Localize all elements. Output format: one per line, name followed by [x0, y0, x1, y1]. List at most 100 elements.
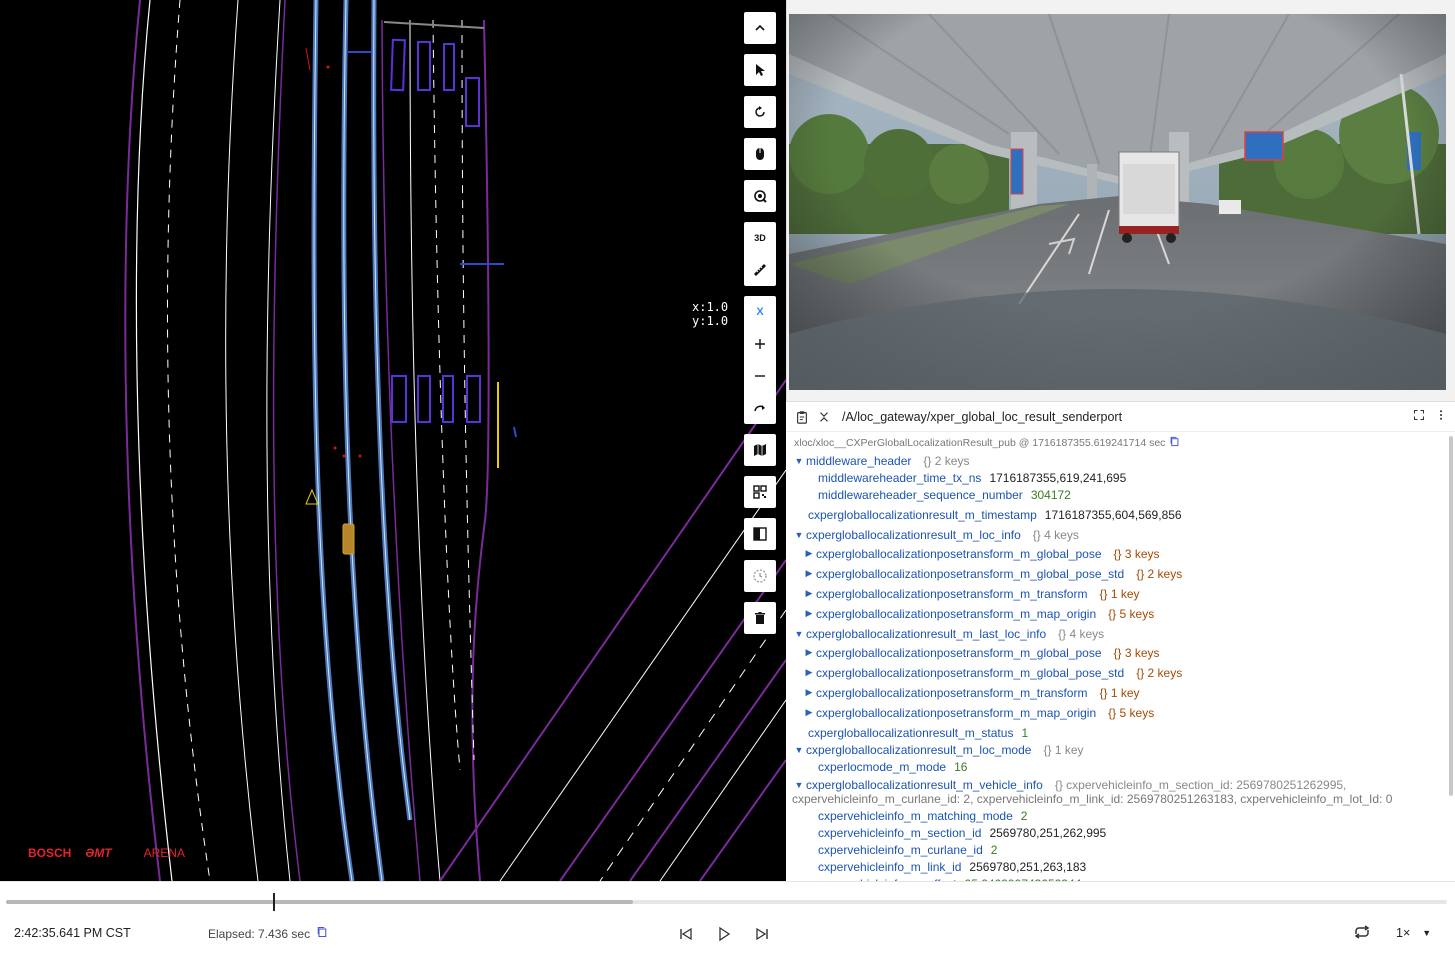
- elapsed-text: Elapsed: 7.436 sec: [208, 926, 311, 941]
- inspect-objects-button[interactable]: [744, 180, 776, 212]
- tree-key: cxpergloballocalizationresult_m_loc_info: [806, 527, 1021, 542]
- tree-row-middleware-header[interactable]: ▼ middleware_header {} 2 keys: [792, 452, 1451, 469]
- toggle-3d-button[interactable]: 3D: [744, 222, 776, 254]
- copy-icon[interactable]: [1169, 436, 1180, 450]
- timeline-playhead[interactable]: [272, 893, 275, 911]
- collapse-toggle-icon[interactable]: ▶: [802, 548, 816, 559]
- tree-row[interactable]: ▶ cxpergloballocalizationposetransform_m_…: [792, 585, 1451, 602]
- tree-row[interactable]: ▶ cxpergloballocalizationposetransform_m_…: [792, 644, 1451, 661]
- tree-row[interactable]: ▶ cxpergloballocalizationposetransform_m_…: [792, 605, 1451, 622]
- tree-key: cxpergloballocalizationposetransform_m_g…: [816, 645, 1102, 660]
- reset-view-button[interactable]: [744, 96, 776, 128]
- tree-key: cxpervehicleinfo_m_curlane_id: [818, 842, 983, 857]
- elapsed-time: Elapsed: 7.436 sec: [208, 926, 328, 941]
- x-axis-button[interactable]: X: [744, 296, 776, 328]
- copy-time-icon[interactable]: [316, 926, 328, 941]
- tree-row[interactable]: ▶ cxpergloballocalizationposetransform_m_…: [792, 565, 1451, 582]
- tree-key: cxpergloballocalizationresult_m_last_loc…: [806, 626, 1047, 641]
- tree-row[interactable]: ▶ cxpergloballocalizationposetransform_m_…: [792, 664, 1451, 681]
- tree-row-vehicle-info[interactable]: ▼ cxpergloballocalizationresult_m_vehicl…: [792, 778, 1451, 792]
- vehicle-info-children: cxpervehicleinfo_m_matching_mode 2 cxperve…: [792, 807, 1451, 882]
- tree-key: middlewareheader_time_tx_ns: [818, 470, 982, 485]
- camera-image-panel[interactable]: [786, 0, 1455, 401]
- seek-backward-button[interactable]: [676, 924, 696, 944]
- collapse-toggle-icon[interactable]: ▶: [802, 687, 816, 698]
- schema-text: xloc/xloc__CXPerGlobalLocalizationResult…: [794, 437, 1166, 449]
- mt-logo: ƏMT: [85, 846, 112, 860]
- tree-row: cxpervehicleinfo_m_link_id 2569780,251,26…: [792, 858, 1451, 875]
- qr-button[interactable]: [744, 476, 776, 508]
- tree-value: 2569780,251,262,995: [989, 825, 1107, 840]
- speed-value: 1×: [1396, 926, 1411, 940]
- expand-toggle-icon[interactable]: ▼: [792, 745, 806, 755]
- expand-toggle-icon[interactable]: ▼: [792, 456, 806, 466]
- tree-key: cxpervehicleinfo_m_link_id: [818, 859, 962, 874]
- tree-row[interactable]: ▶ cxpergloballocalizationposetransform_m_…: [792, 704, 1451, 721]
- rotate-icon: [755, 106, 765, 117]
- brand-logos: BOSCH ƏMT ARENA: [28, 846, 185, 860]
- tree-key: cxpergloballocalizationposetransform_m_m…: [816, 705, 1097, 720]
- clear-button[interactable]: [744, 602, 776, 634]
- raw-messages-panel[interactable]: /A/loc_gateway/xper_global_loc_result_se…: [786, 401, 1455, 881]
- tree-key: cxpergloballocalizationposetransform_m_g…: [816, 566, 1125, 581]
- playback-timeline[interactable]: [6, 893, 1447, 911]
- tree-key: cxpergloballocalizationposetransform_m_m…: [816, 606, 1097, 621]
- clipboard-icon[interactable]: [794, 409, 810, 425]
- tree-row-last-loc-info[interactable]: ▼ cxpergloballocalizationresult_m_last_l…: [792, 625, 1451, 642]
- tree-row-status: cxpergloballocalizationresult_m_status 1: [792, 724, 1451, 741]
- expand-toggle-icon[interactable]: ▼: [792, 629, 806, 639]
- split-view-button[interactable]: [744, 518, 776, 550]
- playback-bar: 2:42:35.641 PM CST Elapsed: 7.436 sec 1×…: [0, 881, 1455, 957]
- mouse-mode-button[interactable]: [744, 138, 776, 170]
- chevron-up-icon: [755, 24, 765, 31]
- fullscreen-icon[interactable]: [1413, 409, 1425, 424]
- collapse-toolbar-button[interactable]: [744, 12, 776, 44]
- measure-button[interactable]: [744, 254, 776, 286]
- raw-panel-header: /A/loc_gateway/xper_global_loc_result_se…: [786, 402, 1455, 432]
- redo-button[interactable]: [744, 392, 776, 424]
- tree-row-loc-mode[interactable]: ▼ cxpergloballocalizationresult_m_loc_mo…: [792, 741, 1451, 758]
- more-options-icon[interactable]: [1435, 409, 1447, 424]
- expand-toggle-icon[interactable]: ▼: [792, 530, 806, 540]
- map-canvas[interactable]: [0, 0, 786, 881]
- collapse-toggle-icon[interactable]: ▶: [802, 588, 816, 599]
- topic-path[interactable]: /A/loc_gateway/xper_global_loc_result_se…: [842, 410, 1413, 424]
- toolbar-select-group: [744, 54, 776, 86]
- tree-row-time-tx: middlewareheader_time_tx_ns 1716187355,6…: [792, 469, 1451, 486]
- tree-value: 2: [990, 842, 998, 857]
- loop-button[interactable]: [1352, 924, 1374, 944]
- tree-value: 2: [1020, 808, 1028, 823]
- collapse-toggle-icon[interactable]: ▶: [802, 667, 816, 678]
- expand-toggle-icon[interactable]: ▼: [792, 780, 806, 790]
- scale-x: x:1.0: [692, 300, 729, 314]
- tree-value: 16: [954, 759, 968, 774]
- seek-forward-button[interactable]: [752, 924, 772, 944]
- 3d-map-panel[interactable]: x:1.0 y:1.0 BOSCH ƏMT ARENA 3D X: [0, 0, 786, 881]
- tree-row[interactable]: ▶ cxpergloballocalizationposetransform_m_…: [792, 545, 1451, 562]
- history-button[interactable]: [744, 560, 776, 592]
- collapse-toggle-icon[interactable]: ▶: [802, 647, 816, 658]
- bosch-logo: BOSCH: [28, 846, 72, 860]
- collapse-toggle-icon[interactable]: ▶: [802, 608, 816, 619]
- raw-scrollbar[interactable]: [1449, 436, 1453, 796]
- message-tree: ▼ middleware_header {} 2 keys middleware…: [786, 452, 1455, 882]
- tree-meta: {} 4 keys: [1058, 626, 1105, 641]
- tree-row-loc-info[interactable]: ▼ cxpergloballocalizationresult_m_loc_in…: [792, 526, 1451, 543]
- tree-meta: {} 4 keys: [1032, 527, 1079, 542]
- collapse-toggle-icon[interactable]: ▶: [802, 568, 816, 579]
- speed-select[interactable]: 1× ▼: [1396, 926, 1431, 940]
- select-tool-button[interactable]: [744, 54, 776, 86]
- chevron-down-icon: ▼: [1422, 928, 1432, 938]
- play-button[interactable]: [714, 924, 734, 944]
- tree-row[interactable]: ▶ cxpergloballocalizationposetransform_m_…: [792, 684, 1451, 701]
- map-layer-button[interactable]: [744, 434, 776, 466]
- inspect-icon: [754, 190, 767, 203]
- diff-icon[interactable]: [816, 409, 832, 425]
- zoom-out-button[interactable]: [744, 360, 776, 392]
- collapse-toggle-icon[interactable]: ▶: [802, 707, 816, 718]
- toolbar-map-group: [744, 434, 776, 466]
- tree-meta: {} cxpervehicleinfo_m_section_id: 256978…: [1054, 778, 1347, 792]
- zoom-in-button[interactable]: [744, 328, 776, 360]
- schema-line: xloc/xloc__CXPerGlobalLocalizationResult…: [786, 432, 1455, 452]
- tree-key: cxpergloballocalizationposetransform_m_g…: [816, 665, 1125, 680]
